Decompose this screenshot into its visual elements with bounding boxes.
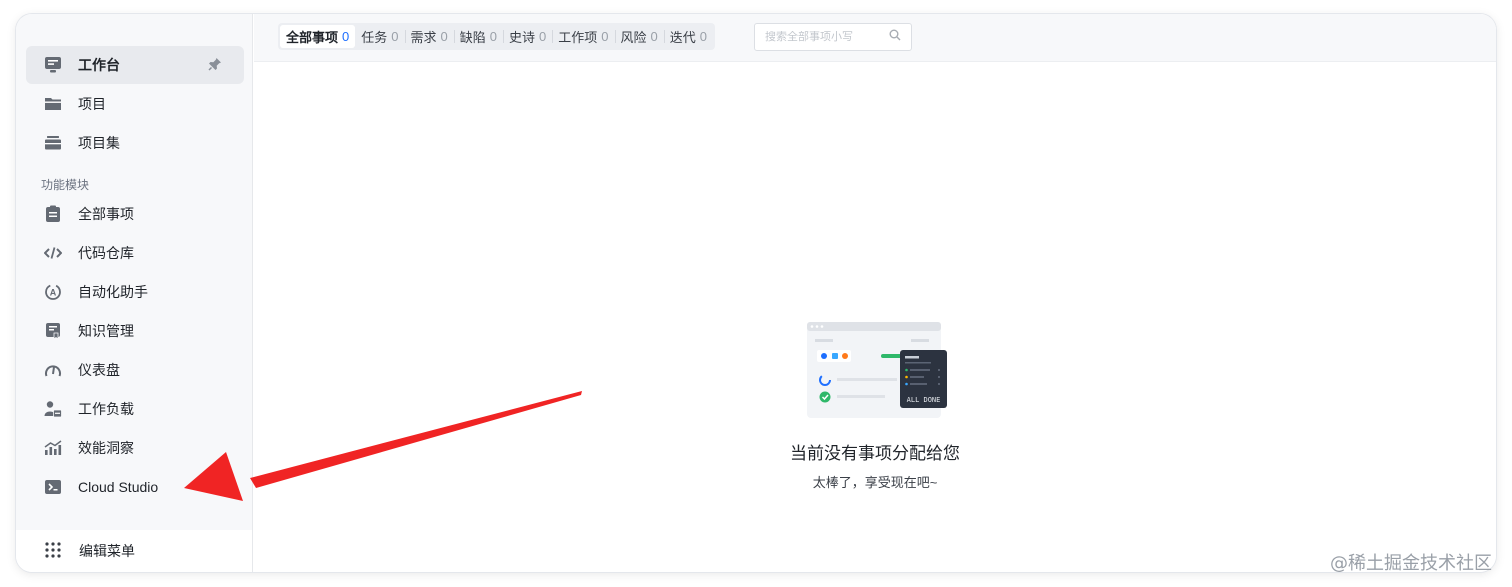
- grid-dots-icon: [45, 542, 63, 560]
- gauge-icon: [44, 361, 62, 379]
- sidebar-item-dashboard[interactable]: 仪表盘: [26, 351, 244, 389]
- sidebar-item-label: 效能洞察: [78, 440, 134, 456]
- sidebar-item-label: 工作台: [78, 57, 120, 73]
- code-icon: [44, 244, 62, 262]
- sidebar-item-label: 代码仓库: [78, 245, 134, 261]
- sidebar-item-label: 全部事项: [78, 206, 134, 222]
- app-window: 工作台 项目 项目集 功能模块 全部事项 代码仓库 A 自动化助手 知识管理 仪…: [16, 14, 1496, 572]
- tab-requirements[interactable]: 需求 0: [404, 25, 454, 48]
- workload-icon: [44, 400, 62, 418]
- knowledge-icon: [44, 322, 62, 340]
- sidebar-item-automation[interactable]: A 自动化助手: [26, 273, 244, 311]
- sidebar-item-code-repo[interactable]: 代码仓库: [26, 234, 244, 272]
- search-icon[interactable]: [889, 28, 901, 46]
- sidebar-item-label: 知识管理: [78, 323, 134, 339]
- empty-illustration: ALL DONE: [807, 322, 952, 427]
- watermark-text: @稀土掘金技术社区: [1330, 553, 1492, 574]
- tab-count: 0: [650, 29, 658, 44]
- sidebar-item-knowledge[interactable]: 知识管理: [26, 312, 244, 350]
- empty-state-subtitle: 太棒了，享受现在吧~: [812, 475, 938, 490]
- sidebar-item-projects[interactable]: 项目: [26, 85, 244, 123]
- pin-icon[interactable]: [208, 57, 222, 76]
- sidebar-item-label: 自动化助手: [78, 284, 148, 300]
- tab-work-items[interactable]: 工作项 0: [552, 25, 614, 48]
- tab-all-issues[interactable]: 全部事项 0: [280, 25, 356, 48]
- edit-menu-button[interactable]: 编辑菜单: [16, 530, 252, 572]
- search-box: [754, 23, 912, 51]
- tab-tasks[interactable]: 任务 0: [355, 25, 404, 48]
- sidebar-item-workload[interactable]: 工作负载: [26, 390, 244, 428]
- sidebar-item-label: Cloud Studio: [78, 479, 159, 495]
- tab-risks[interactable]: 风险 0: [614, 25, 664, 48]
- clipboard-icon: [44, 205, 62, 223]
- tab-defects[interactable]: 缺陷 0: [453, 25, 503, 48]
- sidebar-item-project-sets[interactable]: 项目集: [26, 124, 244, 162]
- section-label: 功能模块: [41, 178, 90, 192]
- sidebar: 工作台 项目 项目集 功能模块 全部事项 代码仓库 A 自动化助手 知识管理 仪…: [16, 14, 253, 572]
- tab-count: 0: [539, 29, 547, 44]
- tab-count: 0: [342, 29, 350, 44]
- tab-count: 0: [699, 29, 707, 44]
- edit-menu-label: 编辑菜单: [79, 543, 135, 559]
- all-done-text: ALL DONE: [907, 396, 941, 404]
- automation-icon: A: [44, 283, 62, 301]
- tab-count: 0: [489, 29, 497, 44]
- tab-count: 0: [601, 29, 609, 44]
- monitor-icon: [44, 56, 62, 74]
- project-set-icon: [44, 134, 62, 152]
- main-content: 全部事项 0 任务 0 需求 0 缺陷 0 史诗 0 工作项 0 风险 0 迭代 0: [254, 14, 1496, 572]
- sidebar-item-label: 工作负载: [78, 401, 134, 417]
- terminal-icon: [44, 478, 62, 496]
- tab-count: 0: [391, 29, 399, 44]
- svg-text:A: A: [50, 288, 57, 298]
- tab-epics[interactable]: 史诗 0: [503, 25, 552, 48]
- tab-count: 0: [440, 29, 448, 44]
- sidebar-item-all-issues[interactable]: 全部事项: [26, 195, 244, 233]
- topbar: 全部事项 0 任务 0 需求 0 缺陷 0 史诗 0 工作项 0 风险 0 迭代 0: [254, 14, 1496, 62]
- sidebar-item-label: 项目: [78, 96, 106, 112]
- sidebar-item-insights[interactable]: 效能洞察: [26, 429, 244, 467]
- sidebar-item-label: 仪表盘: [78, 362, 120, 378]
- empty-state-title: 当前没有事项分配给您: [790, 444, 960, 463]
- insight-chart-icon: [44, 439, 62, 457]
- issue-type-tabs: 全部事项 0 任务 0 需求 0 缺陷 0 史诗 0 工作项 0 风险 0 迭代 0: [278, 23, 715, 50]
- folder-icon: [44, 95, 62, 113]
- sidebar-item-cloud-studio[interactable]: Cloud Studio: [26, 468, 244, 506]
- sidebar-item-workbench[interactable]: 工作台: [26, 46, 244, 84]
- tab-iterations[interactable]: 迭代 0: [663, 25, 713, 48]
- search-input[interactable]: [765, 31, 885, 43]
- sidebar-item-label: 项目集: [78, 135, 120, 151]
